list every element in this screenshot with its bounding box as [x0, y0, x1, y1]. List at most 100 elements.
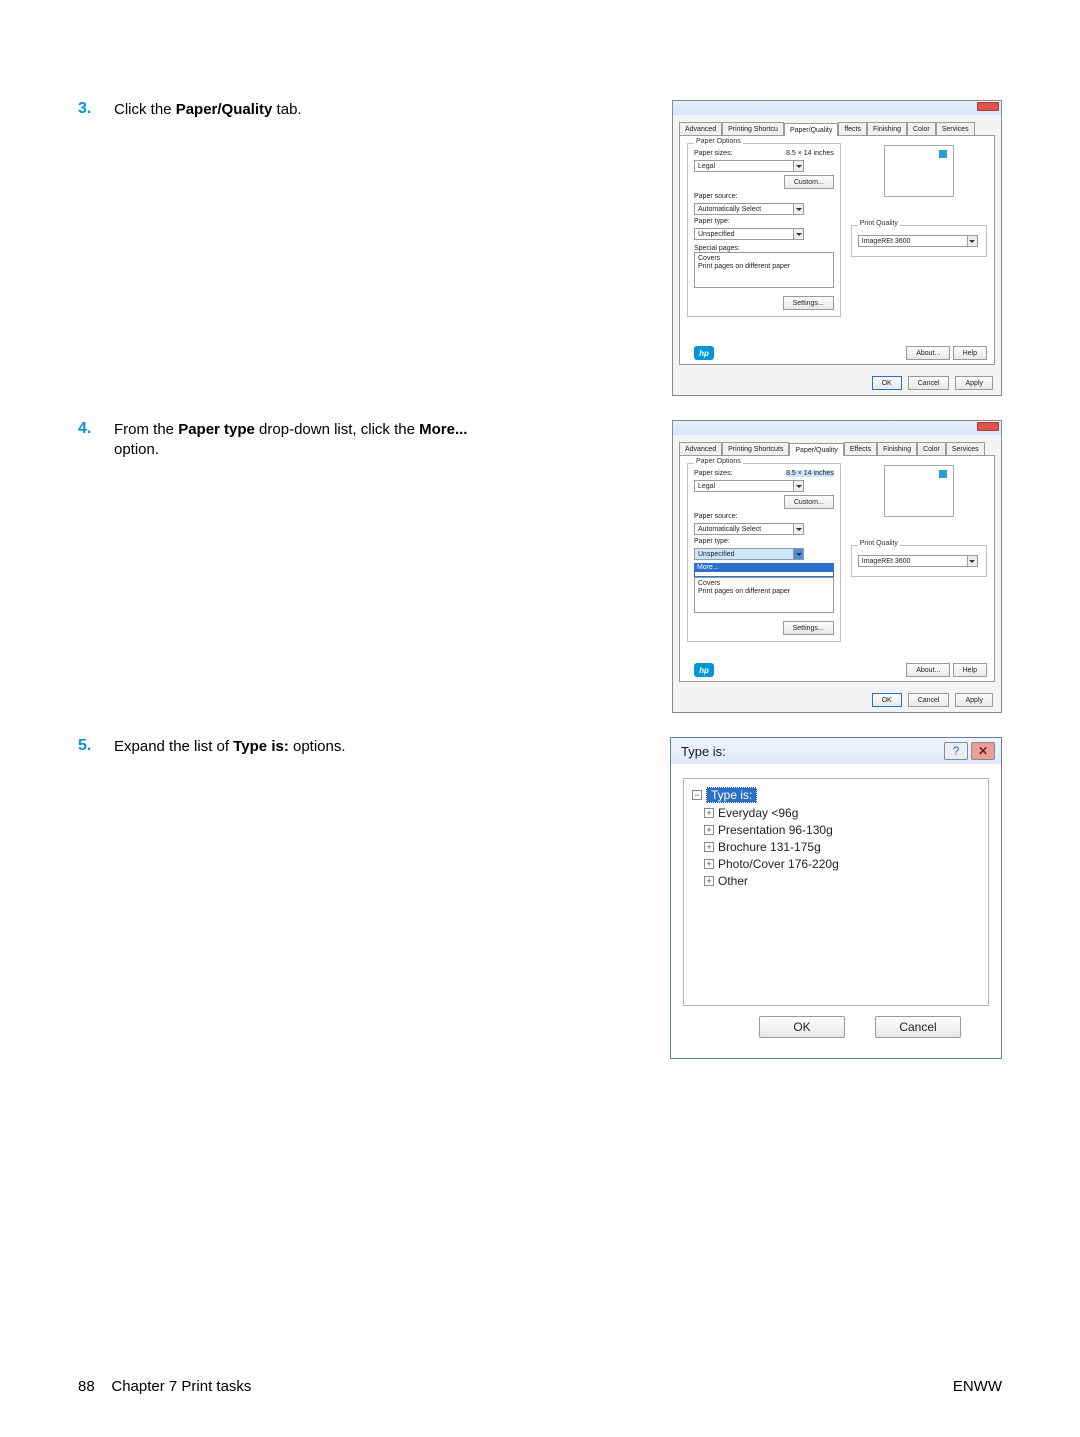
tab-services[interactable]: Services — [946, 442, 985, 455]
collapse-icon[interactable]: − — [692, 790, 702, 800]
step-3-screenshot: Advanced Printing Shortcu Paper/Quality … — [488, 100, 1002, 396]
t: Paper/Quality — [176, 101, 273, 118]
tab-paper-quality[interactable]: Paper/Quality — [784, 123, 838, 136]
tab-row: Advanced Printing Shortcuts Paper/Qualit… — [673, 435, 1001, 455]
t: More... — [419, 421, 467, 438]
about-button[interactable]: About... — [906, 663, 950, 677]
tab-finishing[interactable]: Finishing — [867, 122, 907, 135]
tab-finishing[interactable]: Finishing — [877, 442, 917, 455]
ok-button[interactable]: OK — [872, 376, 902, 390]
special-pages-list[interactable]: Covers Print pages on different paper — [694, 252, 834, 288]
tree-item[interactable]: Photo/Cover 176-220g — [718, 857, 839, 871]
tree-item[interactable]: Other — [718, 874, 748, 888]
special-pages-list[interactable]: Covers Print pages on different paper — [694, 577, 834, 613]
legend: Print Quality — [858, 540, 900, 547]
t: Click the — [114, 101, 176, 118]
apply-button[interactable]: Apply — [955, 693, 993, 707]
dialog-title: Type is: — [681, 744, 726, 759]
tree-item[interactable]: Presentation 96-130g — [718, 823, 833, 837]
v: Automatically Select — [698, 206, 761, 213]
dialog-titlebar — [673, 421, 1001, 435]
tab-shortcuts[interactable]: Printing Shortcuts — [722, 442, 789, 455]
legend: Print Quality — [858, 220, 900, 227]
ok-button[interactable]: OK — [759, 1016, 845, 1038]
step-3-instruction: Click the Paper/Quality tab. — [114, 100, 302, 120]
v: Automatically Select — [698, 526, 761, 533]
print-properties-dialog: Advanced Printing Shortcuts Paper/Qualit… — [672, 420, 1002, 713]
paper-type-select[interactable]: Unspecified — [694, 228, 804, 240]
expand-icon[interactable]: + — [704, 842, 714, 852]
tree-item[interactable]: Brochure 131-175g — [718, 840, 821, 854]
more-option[interactable]: More... — [695, 564, 833, 572]
paper-options-group: Paper Options Paper sizes:8.5 × 14 inche… — [687, 143, 841, 317]
expand-icon[interactable]: + — [704, 808, 714, 818]
close-icon[interactable] — [977, 422, 999, 431]
tab-shortcuts[interactable]: Printing Shortcu — [722, 122, 784, 135]
hp-logo: hp — [694, 663, 714, 677]
tab-color[interactable]: Color — [907, 122, 936, 135]
step-number: 3. — [78, 100, 114, 120]
t: tab. — [272, 101, 301, 118]
tab-services[interactable]: Services — [936, 122, 975, 135]
v: Unspecified — [698, 551, 735, 558]
label: Paper type: — [694, 538, 834, 545]
help-button[interactable]: Help — [953, 663, 987, 677]
paper-type-dropdown-list[interactable]: More... — [694, 563, 834, 577]
li: Print pages on different paper — [698, 263, 830, 271]
page-preview — [884, 145, 954, 197]
page-number: 88 — [78, 1378, 95, 1395]
step-5-instruction: Expand the list of Type is: options. — [114, 737, 346, 757]
help-icon[interactable]: ? — [944, 742, 968, 760]
close-icon[interactable] — [977, 102, 999, 111]
cancel-button[interactable]: Cancel — [908, 376, 950, 390]
expand-icon[interactable]: + — [704, 825, 714, 835]
settings-button[interactable]: Settings... — [783, 296, 834, 310]
custom-button[interactable]: Custom... — [784, 495, 834, 509]
v: ImageREt 3600 — [862, 238, 911, 245]
paper-size-select[interactable]: Legal — [694, 480, 804, 492]
v: Legal — [698, 483, 715, 490]
step-4-row: 4. From the Paper type drop-down list, c… — [78, 420, 1002, 713]
tree-root[interactable]: Type is: — [706, 787, 757, 803]
ok-button[interactable]: OK — [872, 693, 902, 707]
cancel-button[interactable]: Cancel — [875, 1016, 961, 1038]
dim: 8.5 × 14 inches — [786, 470, 834, 477]
custom-button[interactable]: Custom... — [784, 175, 834, 189]
expand-icon[interactable]: + — [704, 876, 714, 886]
print-quality-select[interactable]: ImageREt 3600 — [858, 235, 978, 247]
tab-effects[interactable]: ffects — [838, 122, 867, 135]
chevron-down-icon — [793, 204, 803, 214]
tab-effects[interactable]: Effects — [844, 442, 877, 455]
step-5-screenshot: Type is: ? ✕ − Type is: + Everyday <96g +… — [488, 737, 1002, 1059]
footer-right: ENWW — [953, 1378, 1002, 1395]
chevron-down-icon — [793, 481, 803, 491]
tab-advanced[interactable]: Advanced — [679, 442, 722, 455]
paper-type-select[interactable]: Unspecified — [694, 548, 804, 560]
type-tree[interactable]: − Type is: + Everyday <96g + Presentation … — [683, 778, 989, 1006]
tab-color[interactable]: Color — [917, 442, 946, 455]
label: Paper sizes: — [694, 150, 733, 157]
paper-source-select[interactable]: Automatically Select — [694, 203, 804, 215]
about-button[interactable]: About... — [906, 346, 950, 360]
li: Print pages on different paper — [698, 588, 830, 596]
settings-button[interactable]: Settings... — [783, 621, 834, 635]
v: Legal — [698, 163, 715, 170]
t: Paper type — [178, 421, 255, 438]
legend: Paper Options — [694, 458, 743, 465]
paper-source-select[interactable]: Automatically Select — [694, 523, 804, 535]
tab-paper-quality[interactable]: Paper/Quality — [789, 443, 843, 456]
paper-size-select[interactable]: Legal — [694, 160, 804, 172]
tab-advanced[interactable]: Advanced — [679, 122, 722, 135]
chapter-title: Chapter 7 Print tasks — [111, 1378, 251, 1395]
print-quality-select[interactable]: ImageREt 3600 — [858, 555, 978, 567]
t: option. — [114, 441, 159, 458]
close-icon[interactable]: ✕ — [971, 742, 995, 760]
li: Covers — [698, 580, 830, 588]
chevron-down-icon — [793, 524, 803, 534]
help-button[interactable]: Help — [953, 346, 987, 360]
cancel-button[interactable]: Cancel — [908, 693, 950, 707]
t: From the — [114, 421, 178, 438]
tree-item[interactable]: Everyday <96g — [718, 806, 798, 820]
expand-icon[interactable]: + — [704, 859, 714, 869]
apply-button[interactable]: Apply — [955, 376, 993, 390]
